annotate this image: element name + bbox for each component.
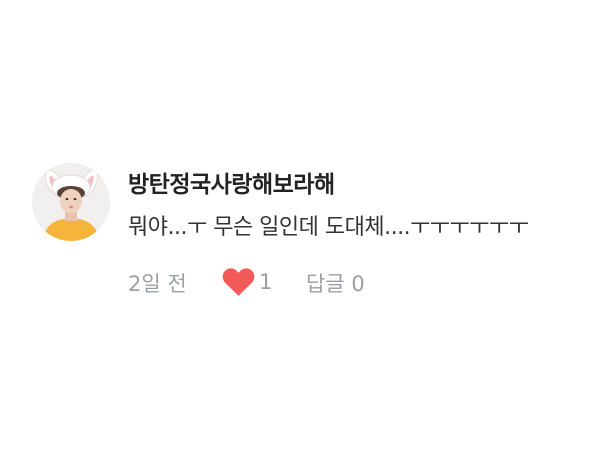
like-count: 1 — [259, 270, 273, 294]
comment-meta: 2일 전 1 답글 0 — [128, 267, 598, 298]
avatar-image — [32, 163, 110, 241]
comment-time: 2일 전 — [128, 272, 187, 296]
username[interactable]: 방탄정국사랑해보라해 — [128, 165, 335, 199]
reply-button[interactable]: 답글 0 — [306, 268, 365, 298]
like-button[interactable]: 1 — [222, 267, 272, 297]
heart-icon — [222, 267, 255, 296]
avatar[interactable] — [32, 163, 110, 241]
comment-text: 뭐야...ㅜ 무슨 일인데 도대체....ㅜㅜㅜㅜㅜㅜ — [128, 215, 529, 240]
